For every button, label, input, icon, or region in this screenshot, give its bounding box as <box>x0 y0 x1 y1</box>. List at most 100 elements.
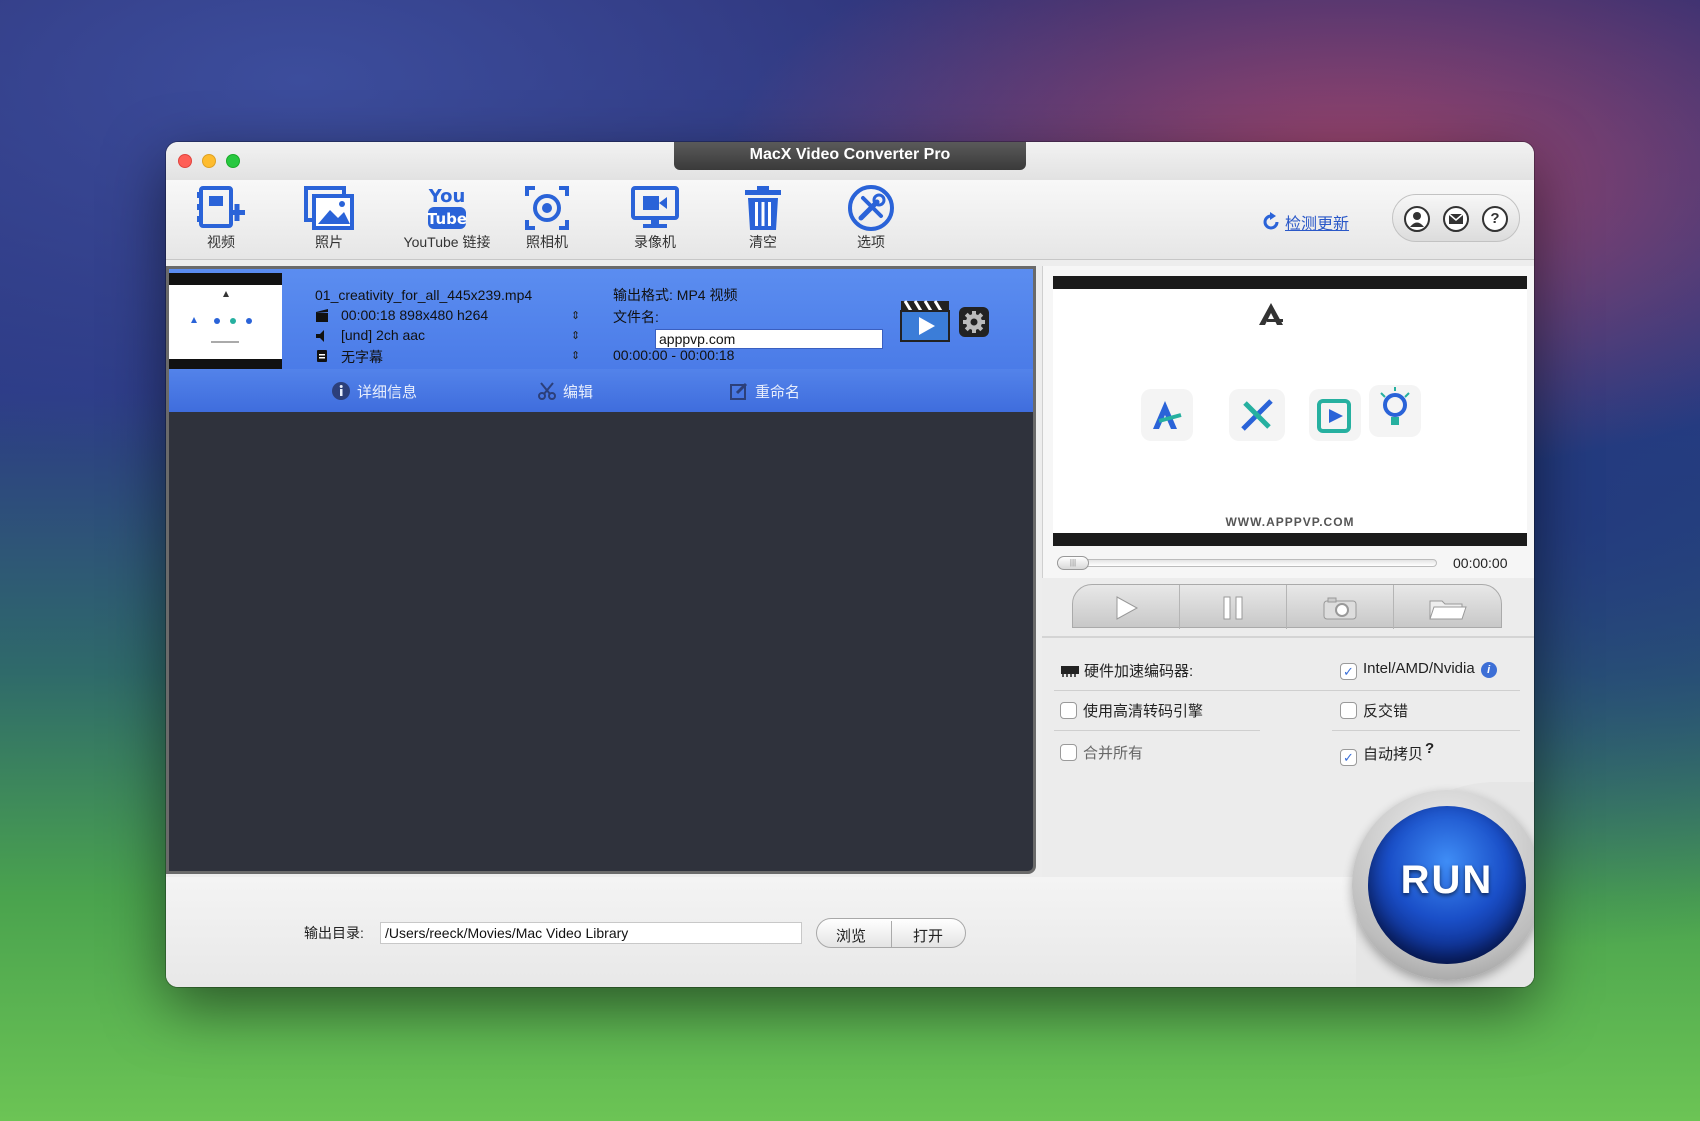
youtube-icon: You Tube <box>427 186 467 229</box>
filename-input[interactable]: apppvp.com <box>655 329 883 349</box>
run-label: RUN <box>1400 858 1494 902</box>
open-button[interactable]: 打开 <box>913 925 943 946</box>
add-photo-button[interactable]: 照片 <box>274 180 384 260</box>
option-divider <box>1332 730 1520 731</box>
filename-label: 文件名: <box>613 309 659 325</box>
subtitle-stepper[interactable]: ⇕ <box>571 349 580 362</box>
output-dir-buttons: 浏览 打开 <box>816 918 966 948</box>
add-video-button[interactable]: 视频 <box>166 180 276 260</box>
run-button[interactable]: RUN <box>1368 806 1526 964</box>
edit-button[interactable]: 编辑 <box>537 381 593 402</box>
hq-engine-checkbox[interactable]: 使用高清转码引擎 <box>1060 700 1203 721</box>
option-divider <box>1054 690 1520 691</box>
screen-recorder-icon <box>631 186 679 228</box>
video-preview[interactable]: WWW.APPPVP.COM <box>1053 276 1527 546</box>
output-format[interactable]: 输出格式: MP4 视频 <box>613 285 737 305</box>
mail-icon <box>1448 213 1464 224</box>
check-update-link[interactable]: 检测更新 <box>1261 210 1349 234</box>
merge-check[interactable] <box>1060 744 1077 761</box>
open-folder-button[interactable] <box>1394 585 1501 629</box>
deinterlace-check[interactable] <box>1340 702 1357 719</box>
rename-icon <box>730 382 748 400</box>
seek-handle[interactable]: ||| <box>1057 556 1089 570</box>
autocopy-label: 自动拷贝 <box>1363 746 1424 763</box>
hq-engine-check[interactable] <box>1060 702 1077 719</box>
main-toolbar: 视频 照片 You Tube YouTube 链接 照相机 录像机 清空 选项 … <box>166 180 1534 260</box>
edit-label: 编辑 <box>563 384 594 401</box>
account-button[interactable] <box>1404 206 1430 232</box>
merge-label: 合并所有 <box>1083 745 1144 762</box>
check-update-label: 检测更新 <box>1285 216 1350 233</box>
play-icon <box>1116 596 1139 620</box>
subtitle-icon <box>317 350 327 362</box>
output-dir-input[interactable]: /Users/reeck/Movies/Mac Video Library <box>380 922 802 944</box>
deinterlace-checkbox[interactable]: 反交错 <box>1340 700 1408 721</box>
clapperboard-icon[interactable] <box>899 299 951 343</box>
file-actions: 详细信息 编辑 重命名 <box>169 369 1033 412</box>
autocopy-help-icon[interactable]: ? <box>1425 740 1434 757</box>
tools-icon <box>848 185 894 231</box>
hw-encoder-info-icon[interactable]: i <box>1480 662 1497 678</box>
settings-button[interactable] <box>959 307 989 337</box>
audio-track-icon <box>316 330 324 342</box>
file-list[interactable]: 01_creativity_for_all_445x239.mp4 00:00:… <box>166 266 1036 874</box>
hq-engine-label: 使用高清转码引擎 <box>1083 703 1204 720</box>
clear-label: 清空 <box>749 234 777 250</box>
rename-button[interactable]: 重命名 <box>729 381 800 402</box>
minimize-window-button[interactable] <box>202 154 216 168</box>
merge-checkbox[interactable]: 合并所有 <box>1060 742 1143 763</box>
playback-time: 00:00:00 <box>1453 555 1508 571</box>
deinterlace-label: 反交错 <box>1363 703 1409 720</box>
window-title: MacX Video Converter Pro <box>674 142 1026 170</box>
pause-button[interactable] <box>1180 585 1287 629</box>
options-button[interactable]: 选项 <box>816 180 926 260</box>
info-icon <box>332 382 350 400</box>
scissors-icon <box>538 382 556 400</box>
hw-encoder-value: Intel/AMD/Nvidia <box>1363 660 1475 677</box>
video-track-stepper[interactable]: ⇕ <box>571 309 580 322</box>
folder-icon <box>1428 600 1467 620</box>
video-thumbnail[interactable] <box>169 273 282 373</box>
hw-encoder-check[interactable]: ✓ <box>1340 663 1357 680</box>
photo-icon <box>304 186 354 230</box>
gear-icon <box>963 311 985 333</box>
mail-button[interactable] <box>1443 206 1469 232</box>
clear-button[interactable]: 清空 <box>708 180 818 260</box>
preview-logo-icon <box>1141 303 1421 441</box>
play-button[interactable] <box>1073 585 1180 629</box>
options-label: 选项 <box>857 234 885 250</box>
close-window-button[interactable] <box>178 154 192 168</box>
screen-recorder-label: 录像机 <box>634 234 676 250</box>
control-bar <box>1072 584 1502 629</box>
file-name: 01_creativity_for_all_445x239.mp4 <box>315 287 533 303</box>
account-controls: ? <box>1392 194 1520 242</box>
file-item[interactable]: 01_creativity_for_all_445x239.mp4 00:00:… <box>169 269 1033 412</box>
camera-label: 照相机 <box>526 234 568 250</box>
camera-button[interactable]: 照相机 <box>492 180 602 260</box>
autocopy-checkbox[interactable]: ✓ 自动拷贝? <box>1340 740 1434 766</box>
details-button[interactable]: 详细信息 <box>331 381 417 402</box>
option-divider <box>1054 730 1260 731</box>
add-photo-label: 照片 <box>315 234 343 250</box>
camera-snapshot-icon <box>1323 597 1357 620</box>
playback-controls <box>1042 578 1534 636</box>
add-video-label: 视频 <box>207 234 235 250</box>
title-bar[interactable]: MacX Video Converter Pro <box>166 142 1534 180</box>
autocopy-check[interactable]: ✓ <box>1340 749 1357 766</box>
details-label: 详细信息 <box>357 384 418 401</box>
user-icon <box>1410 212 1424 227</box>
screen-recorder-button[interactable]: 录像机 <box>600 180 710 260</box>
zoom-window-button[interactable] <box>226 154 240 168</box>
refresh-icon <box>1263 212 1279 230</box>
browse-button[interactable]: 浏览 <box>836 925 866 946</box>
thumbnail-logo-icon <box>191 291 252 343</box>
preview-panel: WWW.APPPVP.COM ||| 00:00:00 <box>1042 266 1534 578</box>
audio-track-stepper[interactable]: ⇕ <box>571 329 580 342</box>
snapshot-button[interactable] <box>1287 585 1394 629</box>
hw-encoder-label: 硬件加速编码器: <box>1060 660 1193 681</box>
trash-icon <box>745 186 781 230</box>
help-button[interactable]: ? <box>1482 206 1508 232</box>
subtitle-info: 无字幕 <box>341 349 383 365</box>
seek-bar[interactable] <box>1057 559 1437 567</box>
hw-encoder-checkbox[interactable]: ✓ Intel/AMD/Nvidia i <box>1340 660 1497 680</box>
